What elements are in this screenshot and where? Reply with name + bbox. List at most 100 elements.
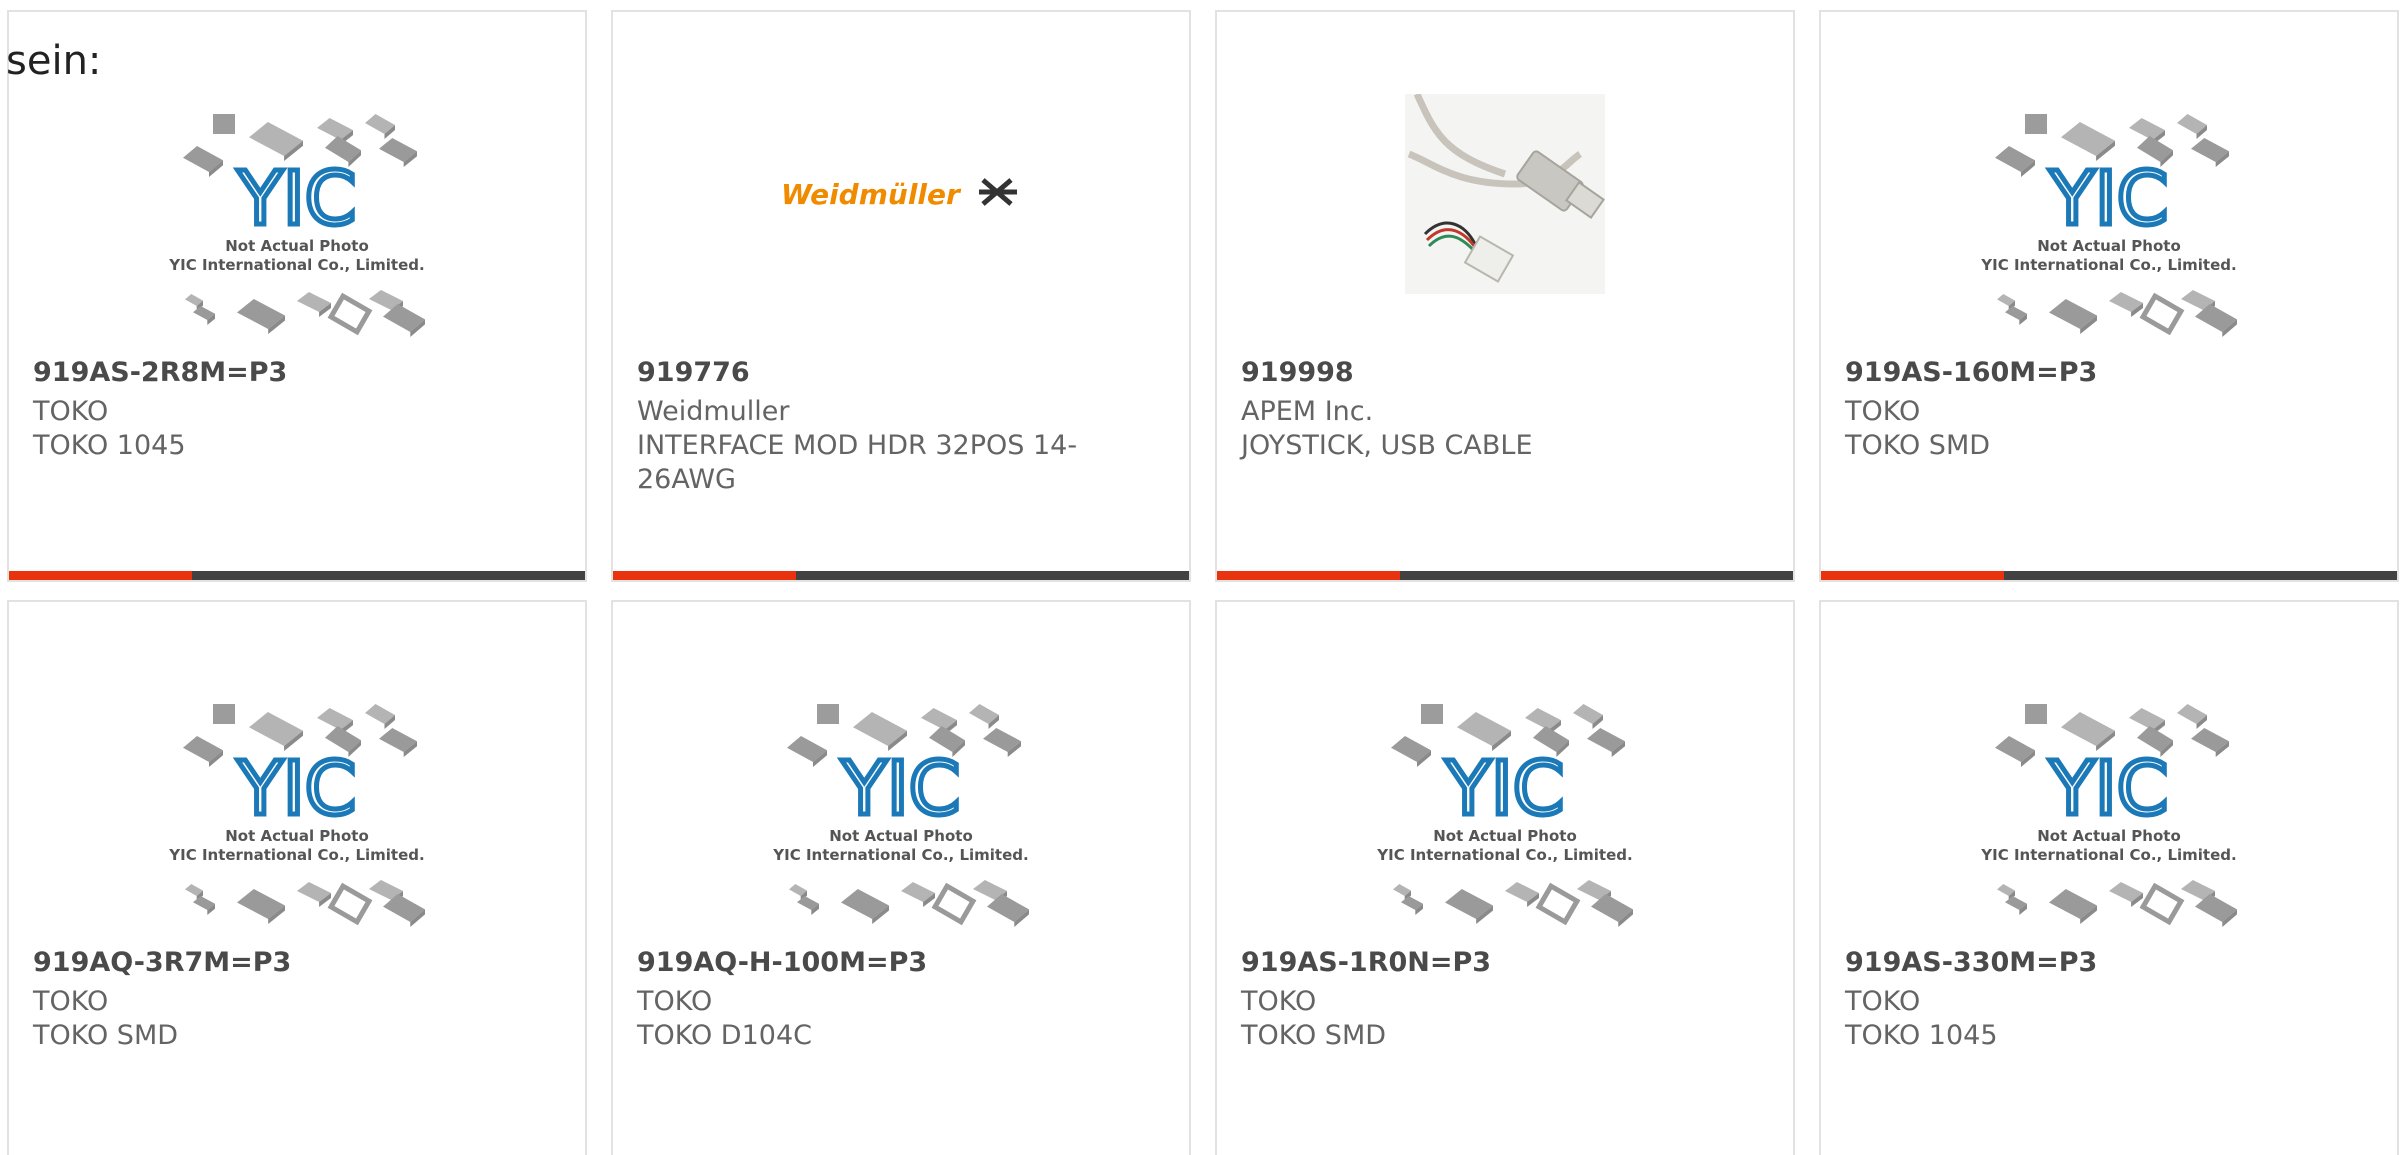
product-part-number[interactable]: 919776 (637, 357, 750, 388)
chip-graphic (1421, 704, 1443, 724)
chip-graphic (193, 306, 215, 325)
chip-graphic (183, 146, 223, 177)
product-description: TOKO SMD (1845, 430, 1991, 461)
manufacturer-logo-image[interactable]: Weidmüller (613, 94, 1189, 350)
not-actual-photo-text: Not Actual Photo (225, 237, 369, 255)
product-description: TOKO D104C (637, 1020, 812, 1051)
yic-placeholder-graphic: YICNot Actual PhotoYIC International Co.… (1980, 114, 2237, 337)
chip-graphic (817, 704, 839, 724)
product-image-placeholder[interactable]: YIC Not Actual Photo YIC International Co.… (9, 94, 585, 350)
product-part-number[interactable]: 919998 (1241, 357, 1354, 388)
weidmuller-logo-text: Weidmüller (781, 178, 962, 211)
chip-graphic (213, 114, 235, 134)
not-actual-photo-text: Not Actual Photo (829, 827, 973, 845)
chip-graphic (1391, 736, 1431, 767)
product-card[interactable]: YIC Not Actual Photo YIC International Co.… (1215, 600, 1795, 1155)
product-description: TOKO 1045 (33, 430, 186, 461)
chip-graphic (2109, 292, 2143, 317)
card-footer-accent (613, 571, 796, 580)
card-footer-bar (613, 571, 1189, 580)
usb-cable-graphic (1405, 94, 1605, 294)
chip-graphic (183, 736, 223, 767)
chip-graphic (2177, 704, 2207, 729)
card-footer-bar (9, 571, 585, 580)
not-actual-photo-text: Not Actual Photo (225, 827, 369, 845)
chip-graphic (2049, 299, 2097, 334)
yic-logo-text: YIC (841, 746, 961, 832)
chip-graphic (1587, 728, 1625, 757)
product-image-placeholder[interactable]: YIC Not Actual Photo YIC International Co.… (613, 684, 1189, 940)
card-footer-accent (1217, 571, 1400, 580)
yic-logo-text: YIC (2049, 746, 2169, 832)
chip-graphic (1401, 896, 1423, 915)
chip-graphic (901, 882, 935, 907)
chip-graphic (2109, 882, 2143, 907)
product-part-number[interactable]: 919AS-330M=P3 (1845, 947, 2097, 978)
yic-logo-text: YIC (1445, 746, 1565, 832)
chip-graphic (2177, 114, 2207, 139)
product-part-number[interactable]: 919AS-160M=P3 (1845, 357, 2097, 388)
yic-company-text: YIC International Co., Limited. (168, 846, 424, 864)
chip-graphic (193, 896, 215, 915)
chip-graphic (327, 882, 373, 926)
not-actual-photo-text: Not Actual Photo (2037, 237, 2181, 255)
card-footer-bar (1821, 571, 2397, 580)
product-card[interactable]: YIC Not Actual Photo YIC International Co.… (611, 600, 1191, 1155)
chip-graphic (2191, 138, 2229, 167)
chip-graphic (297, 882, 331, 907)
product-image-placeholder[interactable]: YIC Not Actual Photo YIC International Co.… (1821, 94, 2397, 350)
product-card[interactable]: Weidmüller 919776 Weidmuller INTERFACE M… (611, 10, 1191, 582)
yic-logo-text: YIC (237, 746, 357, 832)
usb-cable-photo[interactable] (1217, 94, 1793, 350)
product-image-placeholder[interactable]: YIC Not Actual Photo YIC International Co.… (1821, 684, 2397, 940)
chip-graphic (1995, 736, 2035, 767)
chip-graphic (1573, 704, 1603, 729)
chip-graphic (2139, 292, 2185, 336)
yic-company-text: YIC International Co., Limited. (772, 846, 1028, 864)
chip-graphic (797, 896, 819, 915)
chip-graphic (931, 882, 977, 926)
product-card[interactable]: YIC Not Actual Photo YIC International Co.… (7, 600, 587, 1155)
chip-graphic (2049, 889, 2097, 924)
product-part-number[interactable]: 919AQ-3R7M=P3 (33, 947, 291, 978)
chip-graphic (2025, 114, 2047, 134)
chip-graphic (787, 736, 827, 767)
chip-graphic (1445, 889, 1493, 924)
product-manufacturer: TOKO (33, 986, 109, 1017)
not-actual-photo-text: Not Actual Photo (2037, 827, 2181, 845)
product-card[interactable]: 919998 APEM Inc. JOYSTICK, USB CABLE (1215, 10, 1795, 582)
product-description: TOKO SMD (1241, 1020, 1387, 1051)
yic-placeholder-graphic: YICNot Actual PhotoYIC International Co.… (1980, 704, 2237, 927)
product-image-placeholder[interactable]: YIC Not Actual Photo YIC International Co.… (1217, 684, 1793, 940)
product-card[interactable]: YIC Not Actual Photo YIC International Co.… (7, 10, 587, 582)
yic-placeholder-graphic: YICNot Actual PhotoYIC International Co.… (168, 114, 425, 337)
yic-placeholder-graphic: YICNot Actual PhotoYIC International Co.… (772, 704, 1029, 927)
yic-logo-text: YIC (2049, 156, 2169, 242)
weidmuller-logo-graphic: Weidmüller (781, 178, 1017, 211)
product-image-placeholder[interactable]: YIC Not Actual Photo YIC International Co.… (9, 684, 585, 940)
yic-company-text: YIC International Co., Limited. (1980, 256, 2236, 274)
product-manufacturer: APEM Inc. (1241, 396, 1374, 427)
chip-graphic (237, 889, 285, 924)
product-manufacturer: TOKO (1241, 986, 1317, 1017)
product-description: TOKO 1045 (1845, 1020, 1998, 1051)
chip-graphic (2005, 896, 2027, 915)
chip-graphic (379, 728, 417, 757)
product-card[interactable]: YIC Not Actual Photo YIC International Co.… (1819, 10, 2399, 582)
weidmuller-mark-icon (979, 178, 1017, 206)
yic-placeholder-graphic: YICNot Actual PhotoYIC International Co.… (1376, 704, 1633, 927)
chip-graphic (365, 704, 395, 729)
chip-graphic (297, 292, 331, 317)
chip-graphic (1535, 882, 1581, 926)
product-part-number[interactable]: 919AQ-H-100M=P3 (637, 947, 927, 978)
card-footer-accent (9, 571, 192, 580)
chip-graphic (2005, 306, 2027, 325)
product-card[interactable]: YIC Not Actual Photo YIC International Co.… (1819, 600, 2399, 1155)
card-footer-accent (1821, 571, 2004, 580)
product-manufacturer: TOKO (637, 986, 713, 1017)
product-part-number[interactable]: 919AS-2R8M=P3 (33, 357, 287, 388)
chip-graphic (1995, 146, 2035, 177)
chip-graphic (841, 889, 889, 924)
product-part-number[interactable]: 919AS-1R0N=P3 (1241, 947, 1491, 978)
yic-company-text: YIC International Co., Limited. (168, 256, 424, 274)
